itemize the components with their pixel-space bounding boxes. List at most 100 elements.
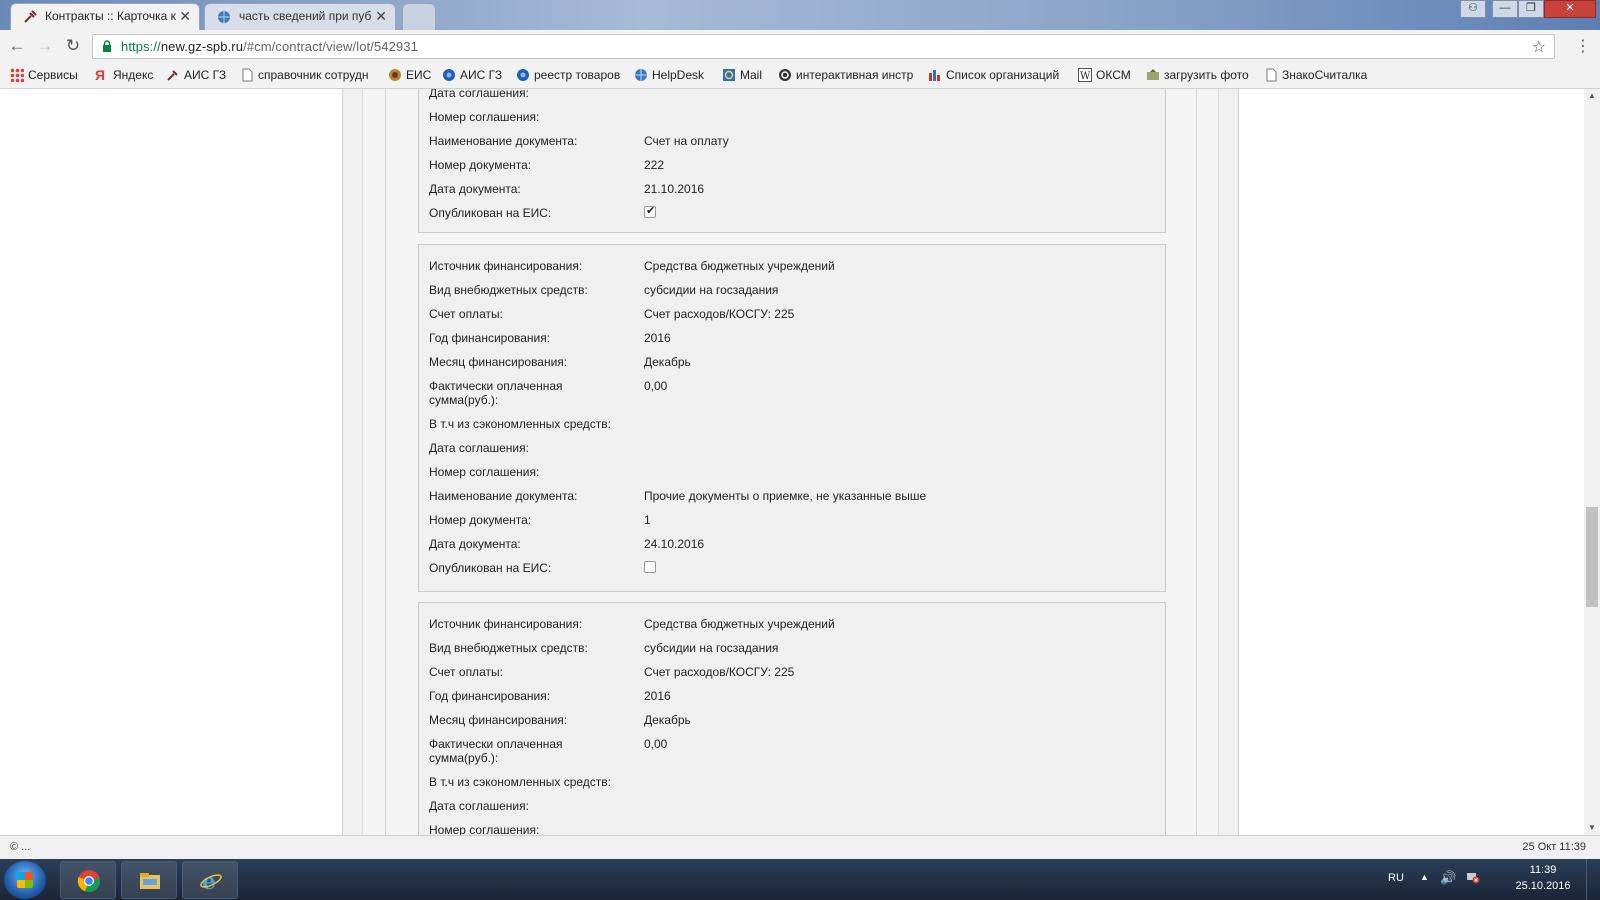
bookmark-services[interactable]: Сервисы <box>10 67 78 85</box>
field-label: Дата соглашения: <box>429 799 529 813</box>
divider <box>1196 89 1197 835</box>
status-datetime: 25 Окт 11:39 <box>1522 841 1586 853</box>
scroll-down-icon[interactable]: ▼ <box>1584 821 1600 835</box>
bookmark-ais-gz[interactable]: АИС ГЗ <box>166 67 226 85</box>
bookmarks-bar: Сервисы Я Яндекс АИС ГЗ справочник сотру… <box>0 62 1600 89</box>
globe-icon <box>635 69 647 81</box>
yandex-icon: Я <box>95 67 106 83</box>
page-icon <box>1266 68 1277 82</box>
volume-icon[interactable]: 🔊 <box>1440 870 1456 886</box>
show-desktop-button[interactable] <box>1586 859 1600 900</box>
reload-icon[interactable]: ↻ <box>62 35 84 57</box>
chrome-icon <box>77 870 100 893</box>
bookmark-organizations[interactable]: Список организаций <box>928 67 1059 85</box>
field-label: Фактически оплаченная сумма(руб.): <box>429 737 563 765</box>
bookmark-label: АИС ГЗ <box>184 68 227 82</box>
payment-card-1: Дата соглашения: Номер соглашения: Наиме… <box>418 89 1166 233</box>
field-value: Декабрь <box>644 713 691 727</box>
bookmark-helpdesk[interactable]: HelpDesk <box>634 67 704 85</box>
bookmark-label: Яндекс <box>113 68 154 82</box>
bookmark-oksm[interactable]: W ОКСМ <box>1078 67 1131 85</box>
bookmark-ais-gz-2[interactable]: АИС ГЗ <box>442 67 502 85</box>
tray-expand-icon[interactable]: ▲ <box>1420 872 1429 882</box>
url-text: https://new.gz-spb.ru/#cm/contract/view/… <box>121 39 418 54</box>
svg-text:W: W <box>1080 71 1091 82</box>
back-icon[interactable]: ← <box>6 35 28 57</box>
browser-menu-icon[interactable]: ⋮ <box>1575 36 1591 56</box>
bookmark-label: ЗнакоСчиталка <box>1282 68 1368 82</box>
bookmark-label: АИС ГЗ <box>460 68 503 82</box>
scroll-thumb[interactable] <box>1586 507 1598 607</box>
field-label: Дата соглашения: <box>429 89 529 100</box>
apps-grid-icon <box>10 68 24 82</box>
system-tray: RU ▲ 🔊 11:39 25.10.2016 <box>1340 859 1600 900</box>
field-value: 2016 <box>644 689 671 703</box>
field-label: Месяц финансирования: <box>429 713 568 727</box>
scroll-up-icon[interactable]: ▲ <box>1584 89 1600 103</box>
blue-gear-icon <box>443 69 455 81</box>
network-warning-icon[interactable] <box>1466 870 1480 884</box>
profile-icon[interactable]: ⚇ <box>1460 0 1486 18</box>
tab-strip: Контракты :: Карточка к ✕ часть сведений… <box>0 0 1600 30</box>
published-checkbox[interactable] <box>644 561 656 573</box>
taskbar-explorer[interactable] <box>121 861 177 899</box>
bookmark-upload-photo[interactable]: загрузить фото <box>1146 67 1249 85</box>
field-label: Опубликован на ЕИС: <box>429 561 552 575</box>
field-label: Фактически оплаченная сумма(руб.): <box>429 379 563 407</box>
bookmark-interactive-guide[interactable]: интерактивная инстр <box>778 67 913 85</box>
field-label: Опубликован на ЕИС: <box>429 206 552 220</box>
address-bar[interactable]: https://new.gz-spb.ru/#cm/contract/view/… <box>92 34 1555 59</box>
bookmark-eis[interactable]: ЕИС <box>388 67 431 85</box>
windows-logo-icon <box>17 872 33 888</box>
payment-card-2: Источник финансирования: Средства бюджет… <box>418 244 1166 592</box>
clock-time[interactable]: 11:39 <box>1510 864 1576 876</box>
field-value: 2016 <box>644 331 671 345</box>
language-indicator[interactable]: RU <box>1388 872 1404 884</box>
tab-contracts[interactable]: Контракты :: Карточка к ✕ <box>10 3 200 30</box>
field-label: Источник финансирования: <box>429 259 583 273</box>
field-label: Наименование документа: <box>429 134 578 148</box>
forward-icon[interactable]: → <box>34 35 56 57</box>
bookmark-star-icon[interactable]: ☆ <box>1532 37 1546 57</box>
bookmark-znakoschitalka[interactable]: ЗнакоСчиталка <box>1264 67 1367 85</box>
field-value: Декабрь <box>644 355 691 369</box>
clock-date[interactable]: 25.10.2016 <box>1506 880 1580 892</box>
published-checkbox[interactable] <box>644 204 656 218</box>
bookmark-yandex[interactable]: Я Яндекс <box>95 67 153 85</box>
field-value: Средства бюджетных учреждений <box>644 617 835 631</box>
field-label: Месяц финансирования: <box>429 355 568 369</box>
start-button[interactable] <box>4 861 46 899</box>
field-label: Номер документа: <box>429 513 532 527</box>
window-close-icon[interactable]: ✕ <box>1544 0 1596 18</box>
vertical-scrollbar[interactable]: ▲ ▼ <box>1584 89 1600 835</box>
file-explorer-icon <box>140 873 160 889</box>
tools-icon <box>167 70 178 81</box>
field-label: Номер документа: <box>429 158 532 172</box>
close-icon[interactable]: ✕ <box>375 4 387 29</box>
wiki-icon: W <box>1078 68 1092 82</box>
bookmark-mail[interactable]: Mail <box>722 67 762 85</box>
field-label: Счет оплаты: <box>429 665 503 679</box>
emblem-icon <box>389 69 401 81</box>
bookmark-label: загрузить фото <box>1164 68 1249 82</box>
tab-publication[interactable]: часть сведений при пуб ✕ <box>204 3 396 30</box>
circle-c-icon <box>779 69 791 81</box>
field-label: Номер соглашения: <box>429 110 540 124</box>
field-label: Наименование документа: <box>429 489 578 503</box>
taskbar-ie[interactable]: e <box>182 861 238 899</box>
field-label: Вид внебюджетных средств: <box>429 283 588 297</box>
bookmark-label: HelpDesk <box>652 68 705 82</box>
taskbar: e RU ▲ 🔊 11:39 25.10.2016 <box>0 859 1600 900</box>
field-label: Источник финансирования: <box>429 617 583 631</box>
new-tab-icon[interactable] <box>402 3 436 30</box>
bookmark-staff-directory[interactable]: справочник сотрудн <box>240 67 368 85</box>
taskbar-chrome[interactable] <box>60 861 116 899</box>
minimize-icon[interactable]: — <box>1492 0 1518 18</box>
bookmark-goods-registry[interactable]: реестр товаров <box>516 67 620 85</box>
field-value: Счет расходов/КОСГУ: 225 <box>644 307 795 321</box>
globe-icon <box>218 11 230 23</box>
maximize-icon[interactable]: ❐ <box>1518 0 1544 18</box>
page-icon <box>242 68 253 82</box>
browser-toolbar: ← → ↻ https://new.gz-spb.ru/#cm/contract… <box>0 30 1600 62</box>
close-icon[interactable]: ✕ <box>179 4 191 29</box>
